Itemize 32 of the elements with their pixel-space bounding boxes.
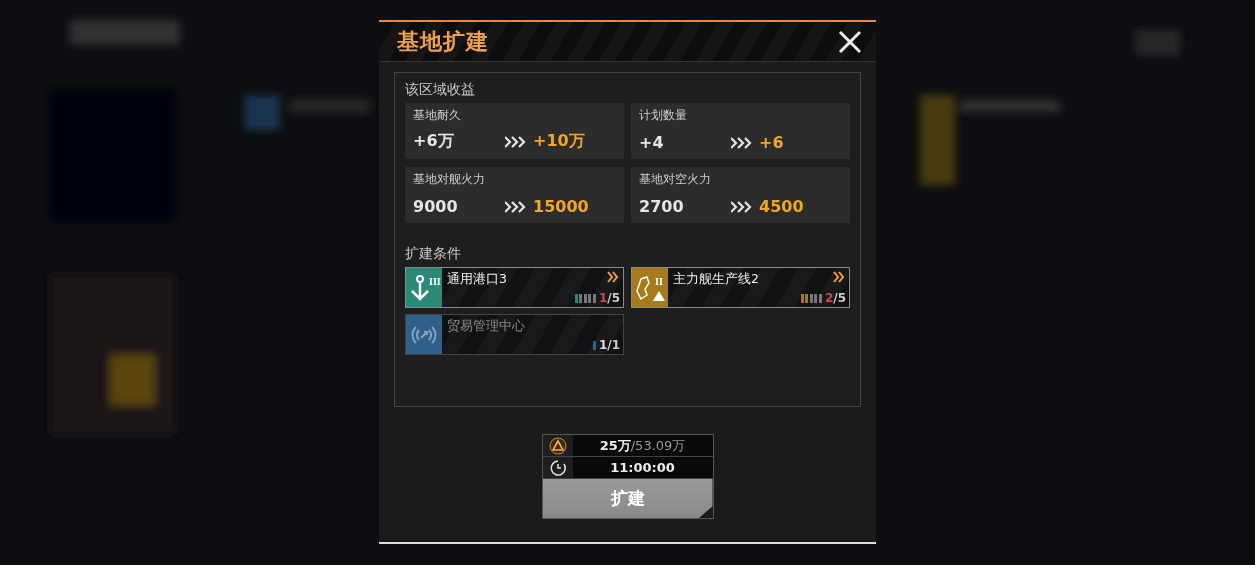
progress-count: 1/1 [598,338,620,352]
resource-icon [548,436,567,455]
anchor-icon: III [406,268,442,307]
next-value: +10万 [533,131,586,152]
stat-label: 基地对空火力 [639,171,712,188]
current-value: 9000 [413,197,459,216]
stat-label: 基地耐久 [413,107,462,124]
current-value: 2700 [639,197,685,216]
condition-name: 贸易管理中心 [447,318,525,335]
current-value: +6万 [413,131,455,152]
close-icon [838,29,862,54]
current-value: +4 [639,133,665,152]
stat-label: 基地对舰火力 [413,171,486,188]
progress-count: 1/5 [598,291,620,305]
condition-name: 主力舰生产线2 [673,271,759,288]
next-value: 15000 [533,197,590,216]
dialog-title: 基地扩建 [397,27,489,56]
condition-card[interactable]: III 通用港口3 1/5 [405,267,624,308]
chevron-icon [833,271,845,283]
clock-icon [548,458,567,477]
next-value: 4500 [759,197,805,216]
condition-card[interactable]: II 主力舰生产线2 2/5 [631,267,850,308]
chevron-icon [607,271,619,283]
stat-label: 计划数量 [639,107,688,124]
condition-name: 通用港口3 [447,271,507,288]
build-time: 11:00:00 [609,459,676,477]
next-value: +6 [759,133,785,152]
section-heading: 扩建条件 [405,245,462,263]
progress-count: 2/5 [824,291,846,305]
cost-amount: 25万/53.09万 [598,436,687,455]
gear-icon: II [632,268,668,307]
section-heading: 该区域收益 [405,81,476,99]
